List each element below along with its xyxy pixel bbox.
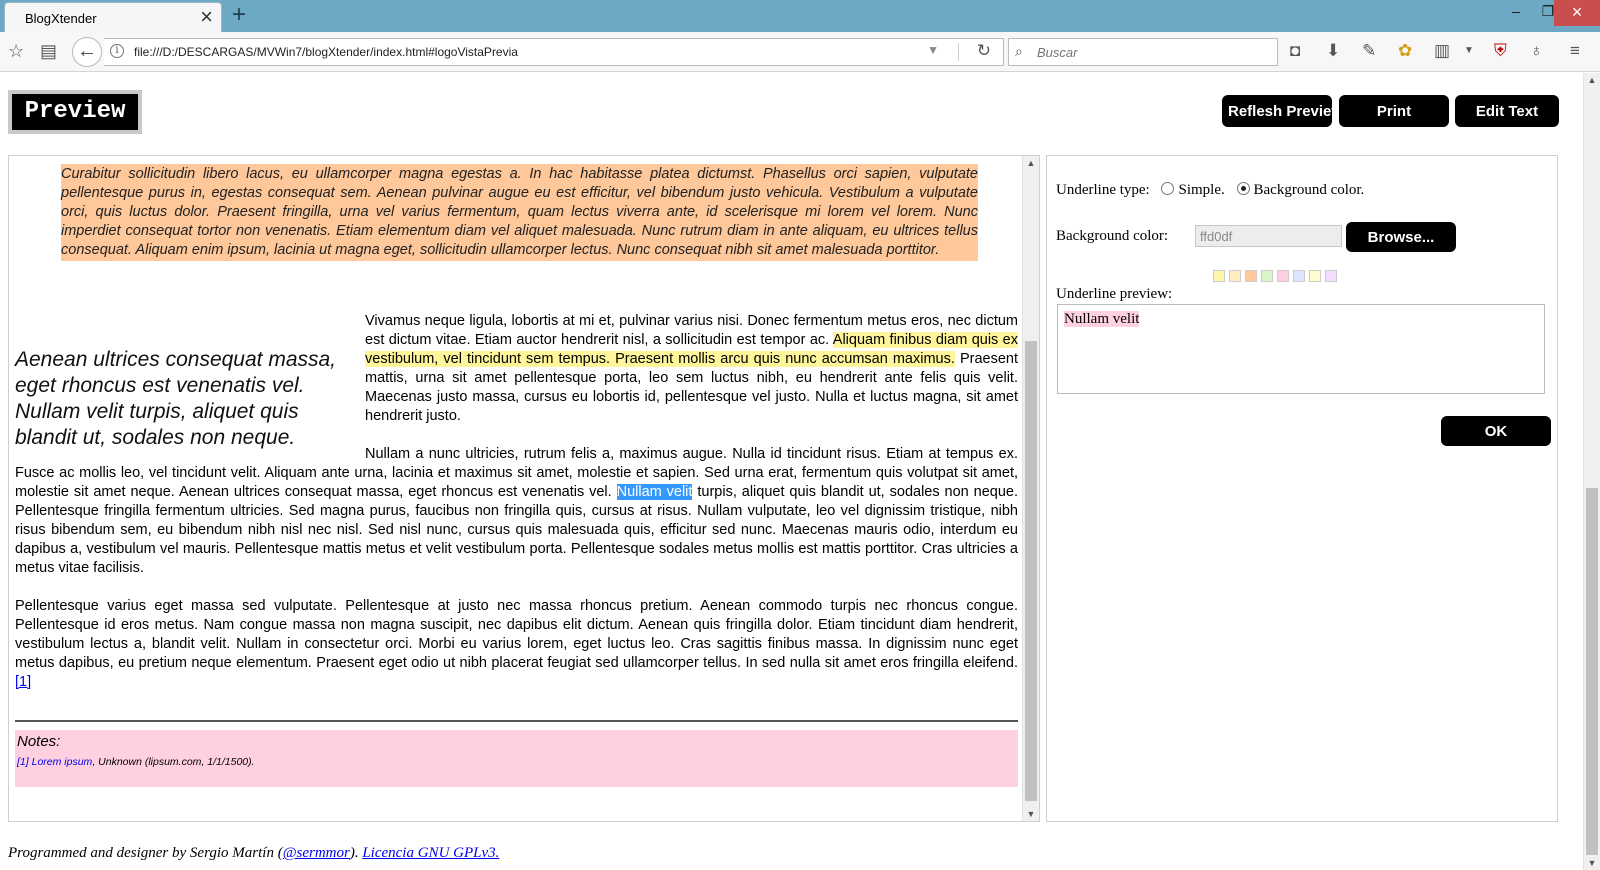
- download-icon[interactable]: ⬇: [1326, 40, 1340, 62]
- paragraph-2: Nullam a nunc ultricies, rutrum felis a,…: [15, 445, 1018, 578]
- underline-preview-label: Underline preview:: [1056, 286, 1173, 302]
- note-number-link[interactable]: [1]: [17, 756, 29, 768]
- selected-text[interactable]: Nullam velit: [616, 484, 693, 500]
- back-button[interactable]: ←: [72, 37, 102, 67]
- preview-scrollbar[interactable]: ▲ ▼: [1022, 156, 1039, 821]
- bookmark-star-icon[interactable]: ☆: [8, 40, 24, 62]
- notes-divider: [15, 720, 1018, 722]
- preview-scroll-thumb[interactable]: [1025, 341, 1037, 801]
- underline-type-label: Underline type:: [1056, 182, 1150, 198]
- edit-text-button[interactable]: Edit Text: [1455, 95, 1559, 127]
- author-handle-link[interactable]: @sermmor: [283, 845, 350, 861]
- scroll-up-icon[interactable]: ▲: [1023, 158, 1039, 168]
- note-entry: [1] Lorem ipsum, Unknown (lipsum.com, 1/…: [17, 753, 1016, 772]
- search-icon: ⌕: [1015, 43, 1023, 59]
- background-color-input[interactable]: [1195, 225, 1342, 247]
- color-extension-icon[interactable]: ✿: [1398, 40, 1412, 62]
- reload-icon[interactable]: ↻: [977, 41, 991, 61]
- underline-type-row: Underline type: Simple. Background color…: [1056, 182, 1364, 199]
- address-bar[interactable]: i file:///D:/DESCARGAS/MVWin7/blogXtende…: [104, 38, 1004, 66]
- refresh-preview-button[interactable]: Reflesh Preview: [1222, 95, 1332, 127]
- color-swatch-1[interactable]: [1213, 270, 1225, 282]
- minimize-icon[interactable]: –: [1500, 0, 1532, 26]
- pull-quote: Aenean ultrices consequat massa, eget rh…: [15, 348, 337, 449]
- color-swatch-5[interactable]: [1277, 270, 1289, 282]
- search-input[interactable]: [1035, 43, 1265, 61]
- color-swatch-3[interactable]: [1245, 270, 1257, 282]
- note-source-link[interactable]: Lorem ipsum: [32, 756, 93, 768]
- color-swatch-7[interactable]: [1309, 270, 1321, 282]
- background-color-label: Background color:: [1056, 228, 1169, 244]
- menu-hamburger-icon[interactable]: ≡: [1570, 40, 1580, 62]
- scroll-down-icon[interactable]: ▼: [1023, 809, 1039, 819]
- color-swatches: [1213, 270, 1341, 287]
- page-scroll-up-icon[interactable]: ▲: [1584, 75, 1600, 85]
- footnote-ref-link[interactable]: [1]: [15, 674, 31, 690]
- simple-radio-label[interactable]: Simple.: [1178, 182, 1224, 198]
- background-color-radio-label[interactable]: Background color.: [1254, 182, 1365, 198]
- url-dropdown-icon[interactable]: ▼: [927, 43, 939, 57]
- color-swatch-8[interactable]: [1325, 270, 1337, 282]
- lightbulb-icon[interactable]: ♁: [1530, 40, 1543, 62]
- window-close-icon[interactable]: ×: [1554, 0, 1600, 26]
- footer: Programmed and designer by Sergio Martín…: [8, 845, 499, 862]
- arrow-left-icon: ←: [77, 40, 97, 62]
- underline-options-pane: Underline type: Simple. Background color…: [1046, 155, 1558, 822]
- color-swatch-2[interactable]: [1229, 270, 1241, 282]
- search-bar[interactable]: ⌕: [1008, 38, 1278, 66]
- clipboard-icon[interactable]: ▥: [1434, 40, 1450, 62]
- blockquote: Curabitur sollicitudin libero lacus, eu …: [61, 164, 978, 261]
- browse-color-button[interactable]: Browse...: [1346, 222, 1456, 252]
- logo-text: Preview: [12, 94, 138, 130]
- ok-button[interactable]: OK: [1441, 416, 1551, 446]
- preview-document: Curabitur sollicitudin libero lacus, eu …: [15, 164, 1018, 787]
- page-scrollbar[interactable]: ▲ ▼: [1583, 73, 1600, 870]
- page-scroll-thumb[interactable]: [1586, 488, 1598, 855]
- underline-preview-box: Nullam velit: [1057, 304, 1545, 394]
- preview-pane[interactable]: Curabitur sollicitudin libero lacus, eu …: [8, 155, 1040, 822]
- notes-box: Notes: [1] Lorem ipsum, Unknown (lipsum.…: [15, 730, 1018, 787]
- browser-tab[interactable]: BlogXtender ×: [4, 2, 222, 32]
- browser-navbar: ☆ ▤ ← i file:///D:/DESCARGAS/MVWin7/blog…: [0, 32, 1600, 72]
- note-rest-text: , Unknown (lipsum.com, 1/1/1500).: [92, 756, 255, 768]
- url-separator: [958, 43, 959, 61]
- background-color-radio[interactable]: [1236, 182, 1250, 195]
- info-icon[interactable]: i: [110, 44, 124, 58]
- pocket-icon[interactable]: ◘: [1290, 40, 1300, 62]
- ublock-shield-icon[interactable]: ⛨: [1494, 40, 1507, 62]
- extension-dropdown-icon[interactable]: ▼: [1464, 40, 1474, 62]
- footer-text-b: ).: [349, 845, 363, 861]
- paragraph-3-text: Pellentesque varius eget massa sed vulpu…: [15, 598, 1018, 671]
- url-text[interactable]: file:///D:/DESCARGAS/MVWin7/blogXtender/…: [134, 45, 518, 59]
- edit-tool-icon[interactable]: ✎: [1362, 40, 1376, 62]
- page-scroll-down-icon[interactable]: ▼: [1584, 858, 1600, 868]
- preview-logo: Preview: [8, 90, 142, 134]
- underline-preview-text: Nullam velit: [1064, 311, 1140, 327]
- license-link[interactable]: Licencia GNU GPLv3.: [362, 845, 499, 861]
- color-swatch-4[interactable]: [1261, 270, 1273, 282]
- print-button[interactable]: Print: [1339, 95, 1449, 127]
- simple-radio[interactable]: [1161, 182, 1175, 195]
- color-swatch-6[interactable]: [1293, 270, 1305, 282]
- notes-title: Notes:: [17, 733, 61, 750]
- close-tab-icon[interactable]: ×: [200, 5, 213, 29]
- reading-list-icon[interactable]: ▤: [40, 40, 57, 62]
- paragraph-3: Pellentesque varius eget massa sed vulpu…: [15, 597, 1018, 692]
- new-tab-icon[interactable]: +: [232, 2, 246, 28]
- browser-titlebar: BlogXtender × + – ❐ ×: [0, 0, 1600, 32]
- footer-text-a: Programmed and designer by Sergio Martín…: [8, 845, 283, 861]
- tab-title: BlogXtender: [25, 11, 97, 26]
